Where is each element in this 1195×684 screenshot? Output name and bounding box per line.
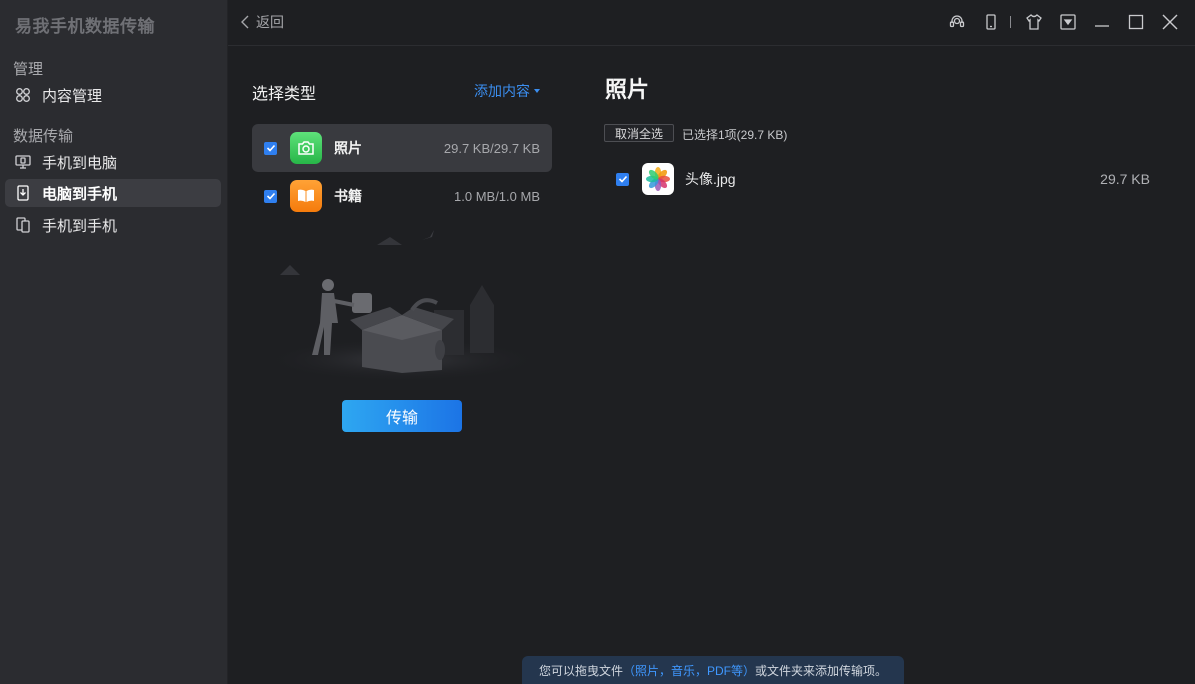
back-label: 返回 bbox=[256, 14, 284, 30]
skin-icon[interactable] bbox=[1023, 11, 1045, 33]
close-icon[interactable] bbox=[1159, 11, 1181, 33]
phone-to-phone-icon bbox=[13, 215, 33, 235]
sidebar-item-label: 内容管理 bbox=[42, 87, 103, 105]
menu-dropdown-icon[interactable] bbox=[1057, 11, 1079, 33]
sidebar-item-phone-to-phone[interactable]: 手机到手机 bbox=[5, 211, 221, 239]
book-icon bbox=[290, 180, 322, 212]
checkbox[interactable] bbox=[616, 172, 629, 186]
select-type-title: 选择类型 bbox=[252, 86, 317, 103]
support-icon[interactable] bbox=[946, 11, 968, 33]
section-title-transfer: 数据传输 bbox=[13, 128, 74, 145]
hint-prefix: 您可以拖曳文件 bbox=[538, 663, 623, 678]
sidebar-item-content-management[interactable]: 内容管理 bbox=[5, 81, 221, 109]
caret-down-icon bbox=[534, 89, 540, 93]
app-title: 易我手机数据传输 bbox=[15, 17, 155, 36]
maximize-icon[interactable] bbox=[1125, 11, 1147, 33]
selection-summary: 已选择1项(29.7 KB) bbox=[682, 128, 788, 142]
type-size: 1.0 MB/1.0 MB bbox=[454, 188, 540, 204]
transfer-button[interactable]: 传输 bbox=[342, 400, 462, 432]
sidebar: 易我手机数据传输 管理 内容管理 数据传输 手机到电脑 电脑到手机 手机到手机 bbox=[0, 0, 228, 684]
type-size: 29.7 KB/29.7 KB bbox=[443, 140, 540, 156]
divider bbox=[1010, 16, 1011, 28]
pc-to-phone-icon bbox=[13, 183, 33, 203]
type-row-books[interactable]: 书籍 1.0 MB/1.0 MB bbox=[252, 172, 552, 220]
file-size: 29.7 KB bbox=[1100, 171, 1150, 187]
camera-icon bbox=[290, 132, 322, 164]
type-name: 照片 bbox=[334, 140, 362, 156]
sidebar-item-pc-to-phone[interactable]: 电脑到手机 bbox=[5, 179, 221, 207]
checkbox[interactable] bbox=[264, 141, 277, 155]
photos-app-icon bbox=[642, 163, 674, 195]
hint-highlight: （照片，音乐，PDF等） bbox=[622, 663, 755, 678]
back-button[interactable]: 返回 bbox=[240, 12, 284, 32]
empty-state-illustration bbox=[262, 230, 542, 382]
file-name: 头像.jpg bbox=[685, 171, 736, 187]
sidebar-item-label: 电脑到手机 bbox=[42, 185, 118, 203]
category-title: 照片 bbox=[605, 77, 650, 102]
minimize-icon[interactable] bbox=[1091, 11, 1113, 33]
checkbox[interactable] bbox=[264, 189, 277, 203]
type-row-photos[interactable]: 照片 29.7 KB/29.7 KB bbox=[252, 124, 552, 172]
add-content-button[interactable]: 添加内容 bbox=[474, 81, 540, 101]
sidebar-item-label: 手机到电脑 bbox=[42, 154, 118, 172]
type-name: 书籍 bbox=[334, 188, 362, 204]
apps-icon bbox=[13, 85, 33, 105]
top-bar: 返回 bbox=[228, 0, 1195, 46]
sidebar-item-phone-to-pc[interactable]: 手机到电脑 bbox=[5, 148, 221, 176]
window-controls bbox=[934, 11, 1181, 33]
phone-to-pc-icon bbox=[13, 152, 33, 172]
hint-suffix: 或文件夹来添加传输项。 bbox=[755, 663, 888, 678]
chevron-left-icon bbox=[241, 15, 249, 29]
sidebar-item-label: 手机到手机 bbox=[42, 217, 118, 235]
add-content-label: 添加内容 bbox=[474, 83, 530, 99]
deselect-all-button[interactable]: 取消全选 bbox=[604, 124, 674, 142]
device-icon[interactable] bbox=[980, 11, 1002, 33]
file-row[interactable]: 头像.jpg 29.7 KB bbox=[616, 162, 1156, 196]
drag-drop-hint: 您可以拖曳文件 （照片，音乐，PDF等） 或文件夹来添加传输项。 bbox=[522, 656, 904, 684]
section-title-manage: 管理 bbox=[13, 61, 44, 78]
